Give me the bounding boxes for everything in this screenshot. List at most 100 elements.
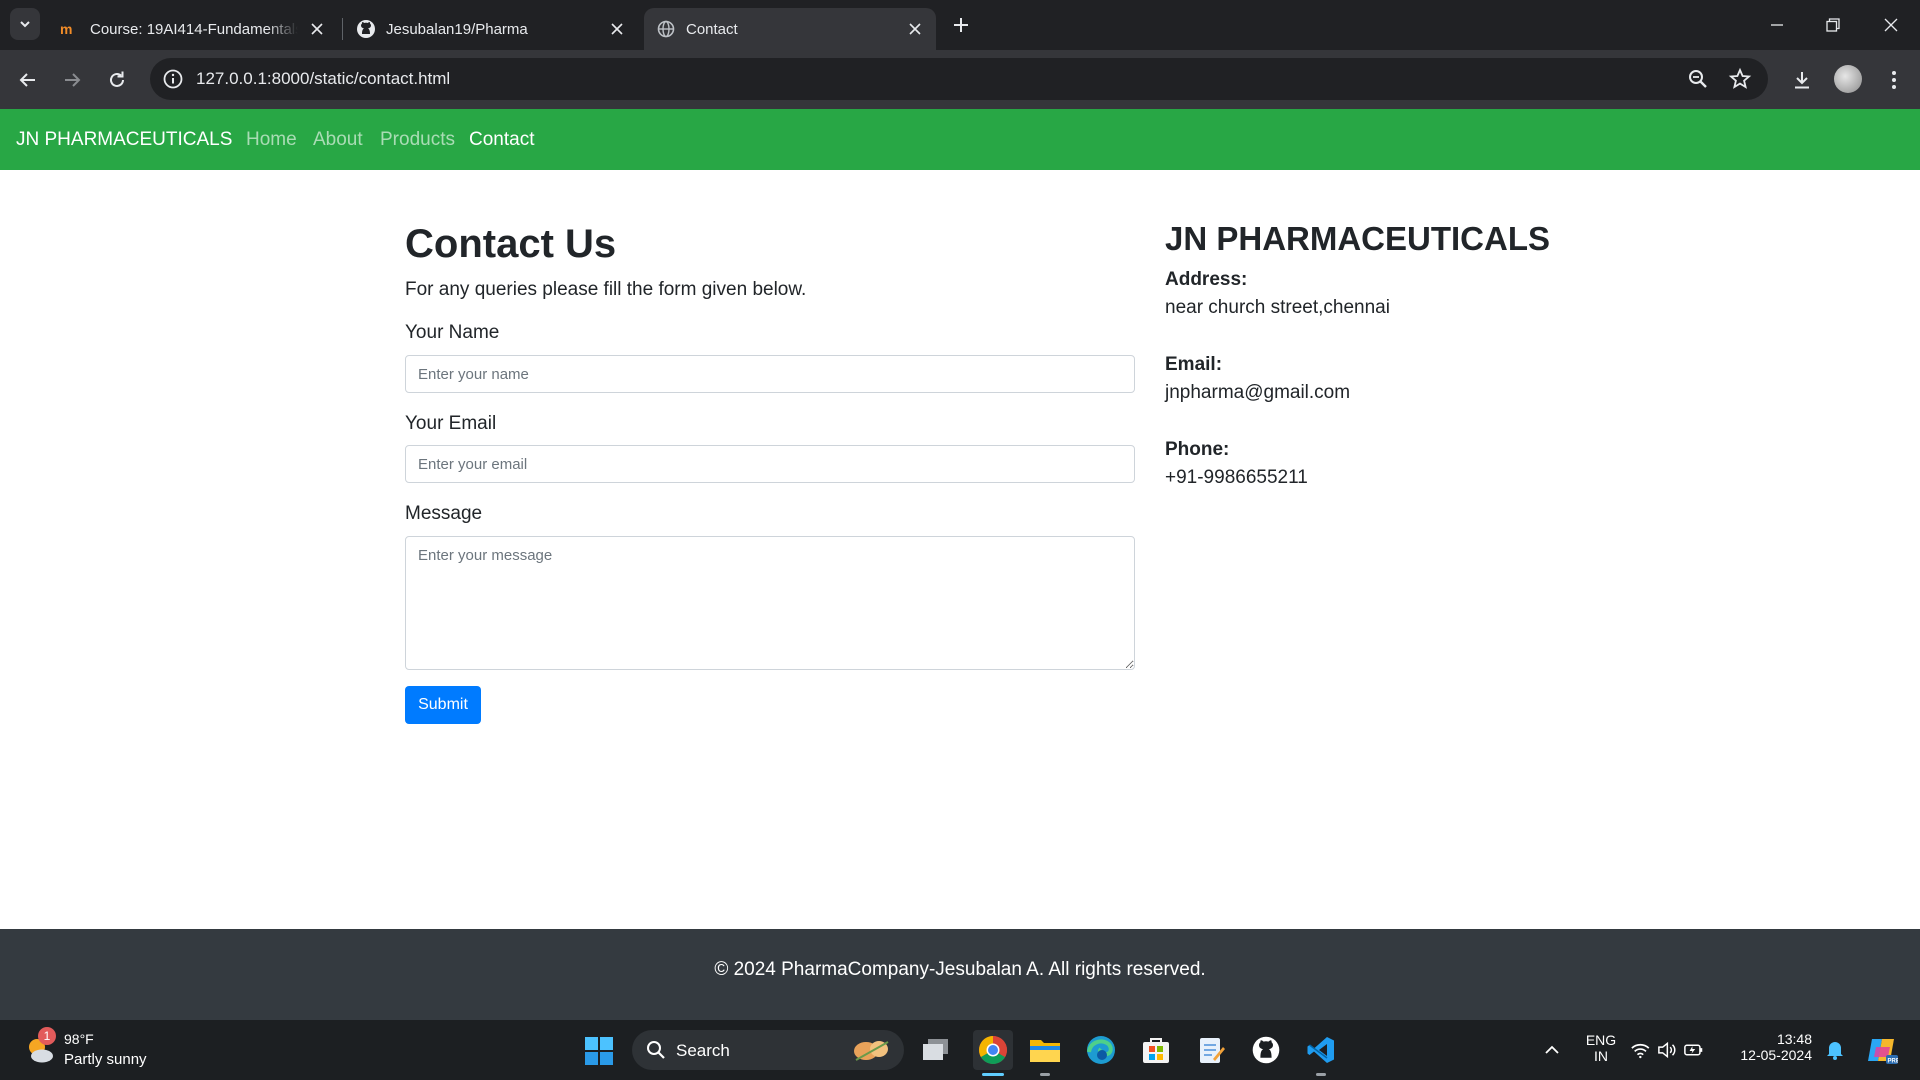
course-favicon: m — [60, 19, 80, 39]
microsoft-store-icon[interactable] — [1138, 1032, 1174, 1068]
copilot-icon[interactable]: PRE — [1862, 1032, 1902, 1068]
globe-icon — [656, 19, 676, 39]
phone-value: +91-9986655211 — [1165, 467, 1308, 488]
weather-description[interactable]: Partly sunny — [64, 1051, 147, 1068]
browser-tab-strip: m Course: 19AI414-Fundamentals Jesubalan… — [0, 0, 1920, 50]
taskbar-search[interactable]: Search — [632, 1030, 904, 1070]
email-value: jnpharma@gmail.com — [1165, 382, 1351, 403]
address-label: Address: — [1165, 269, 1248, 290]
search-highlight-icon — [854, 1041, 889, 1061]
github-icon — [356, 19, 376, 39]
address-value: near church street,chennai — [1165, 297, 1390, 318]
tab-contact[interactable]: Contact — [644, 8, 936, 50]
url-text[interactable]: 127.0.0.1:8000/static/contact.html — [196, 69, 450, 89]
chevron-up-icon[interactable] — [1534, 1032, 1570, 1068]
windows-start-icon[interactable] — [584, 1036, 614, 1066]
email-label: Your Email — [405, 413, 497, 434]
tab-github[interactable]: Jesubalan19/Pharma — [344, 8, 638, 50]
wifi-icon — [1631, 1043, 1650, 1059]
contact-heading: Contact Us — [405, 222, 617, 266]
submit-button[interactable]: Submit — [405, 686, 481, 724]
minimize-button[interactable] — [1762, 10, 1792, 40]
phone-label: Phone: — [1165, 439, 1230, 460]
svg-text:PRE: PRE — [1888, 1059, 1899, 1065]
message-label: Message — [405, 503, 483, 524]
email-field[interactable] — [405, 445, 1135, 483]
close-icon[interactable] — [308, 20, 326, 38]
language-region: IN — [1594, 1048, 1608, 1064]
tab-separator — [342, 18, 343, 40]
window-close-button[interactable] — [1876, 10, 1906, 40]
active-app-indicator — [982, 1073, 1004, 1076]
name-label: Your Name — [405, 322, 500, 343]
volume-icon — [1657, 1041, 1676, 1059]
weather-badge: 1 — [38, 1027, 56, 1045]
profile-avatar[interactable] — [1834, 65, 1862, 93]
tab-course[interactable]: m Course: 19AI414-Fundamentals — [48, 8, 338, 50]
arrow-right-icon — [65, 73, 81, 87]
kebab-menu-icon — [1892, 71, 1896, 89]
download-icon — [1795, 72, 1809, 89]
nav-link-home[interactable]: Home — [246, 129, 297, 151]
browser-menu-button[interactable] — [1878, 64, 1910, 96]
tab-title: Jesubalan19/Pharma — [386, 20, 528, 38]
info-icon[interactable] — [162, 68, 184, 90]
email-info-label: Email: — [1165, 354, 1223, 375]
page-content: Contact Us For any queries please fill t… — [0, 170, 1920, 929]
task-view-icon[interactable] — [918, 1032, 954, 1068]
github-desktop-icon[interactable] — [1248, 1032, 1284, 1068]
tab-search-button[interactable] — [10, 8, 40, 40]
close-icon[interactable] — [608, 20, 626, 38]
tab-title: Course: 19AI414-Fundamentals — [90, 20, 298, 38]
navbar-brand[interactable]: JN PHARMACEUTICALS — [16, 129, 232, 151]
forward-button[interactable] — [56, 64, 88, 96]
notepad-icon[interactable] — [1193, 1032, 1229, 1068]
close-icon[interactable] — [906, 20, 924, 38]
restore-icon — [1826, 18, 1840, 32]
site-navbar: JN PHARMACEUTICALS Home About Products C… — [0, 109, 1920, 170]
notification-bell-icon[interactable] — [1818, 1032, 1852, 1068]
chrome-taskbar-icon[interactable] — [973, 1030, 1013, 1070]
nav-link-products[interactable]: Products — [380, 129, 455, 151]
restore-button[interactable] — [1818, 10, 1848, 40]
weather-temperature[interactable]: 98°F — [64, 1031, 94, 1047]
tab-title: Contact — [686, 20, 738, 38]
search-label: Search — [676, 1041, 730, 1060]
bookmark-star-icon[interactable] — [1728, 67, 1752, 91]
system-clock[interactable]: 13:48 12-05-2024 — [1736, 1031, 1812, 1063]
new-tab-button[interactable] — [948, 12, 974, 38]
chevron-down-icon — [20, 21, 30, 28]
address-bar[interactable]: 127.0.0.1:8000/static/contact.html — [150, 58, 1768, 100]
battery-icon — [1684, 1044, 1703, 1056]
reload-button[interactable] — [101, 64, 133, 96]
file-explorer-icon[interactable] — [1027, 1032, 1063, 1068]
company-name: JN PHARMACEUTICALS — [1165, 220, 1551, 257]
language-code: ENG — [1585, 1032, 1617, 1048]
minimize-icon — [1771, 24, 1783, 26]
message-field[interactable] — [405, 536, 1135, 670]
site-footer: © 2024 PharmaCompany-Jesubalan A. All ri… — [0, 929, 1920, 1020]
contact-intro: For any queries please fill the form giv… — [405, 279, 807, 300]
name-field[interactable] — [405, 355, 1135, 393]
browser-toolbar: 127.0.0.1:8000/static/contact.html — [0, 50, 1920, 109]
vscode-icon[interactable] — [1303, 1032, 1339, 1068]
language-indicator[interactable]: ENG IN — [1580, 1032, 1622, 1064]
running-app-indicator — [1040, 1073, 1050, 1076]
running-app-indicator — [1316, 1073, 1326, 1076]
search-icon — [647, 1041, 665, 1059]
zoom-icon[interactable] — [1686, 67, 1710, 91]
clock-time: 13:48 — [1776, 1031, 1812, 1047]
quick-settings[interactable] — [1630, 1032, 1704, 1068]
close-icon — [1884, 18, 1898, 32]
nav-link-about[interactable]: About — [313, 129, 363, 151]
windows-taskbar: 1 98°F Partly sunny Search ENG IN 13:48 … — [0, 1020, 1920, 1080]
nav-link-contact[interactable]: Contact — [469, 129, 534, 151]
footer-copyright: © 2024 PharmaCompany-Jesubalan A. All ri… — [714, 959, 1206, 980]
downloads-button[interactable] — [1786, 64, 1818, 96]
edge-icon[interactable] — [1083, 1032, 1119, 1068]
arrow-left-icon — [19, 73, 35, 87]
back-button[interactable] — [12, 64, 44, 96]
plus-icon — [954, 18, 968, 32]
reload-icon — [110, 71, 124, 87]
clock-date: 12-05-2024 — [1740, 1047, 1812, 1063]
